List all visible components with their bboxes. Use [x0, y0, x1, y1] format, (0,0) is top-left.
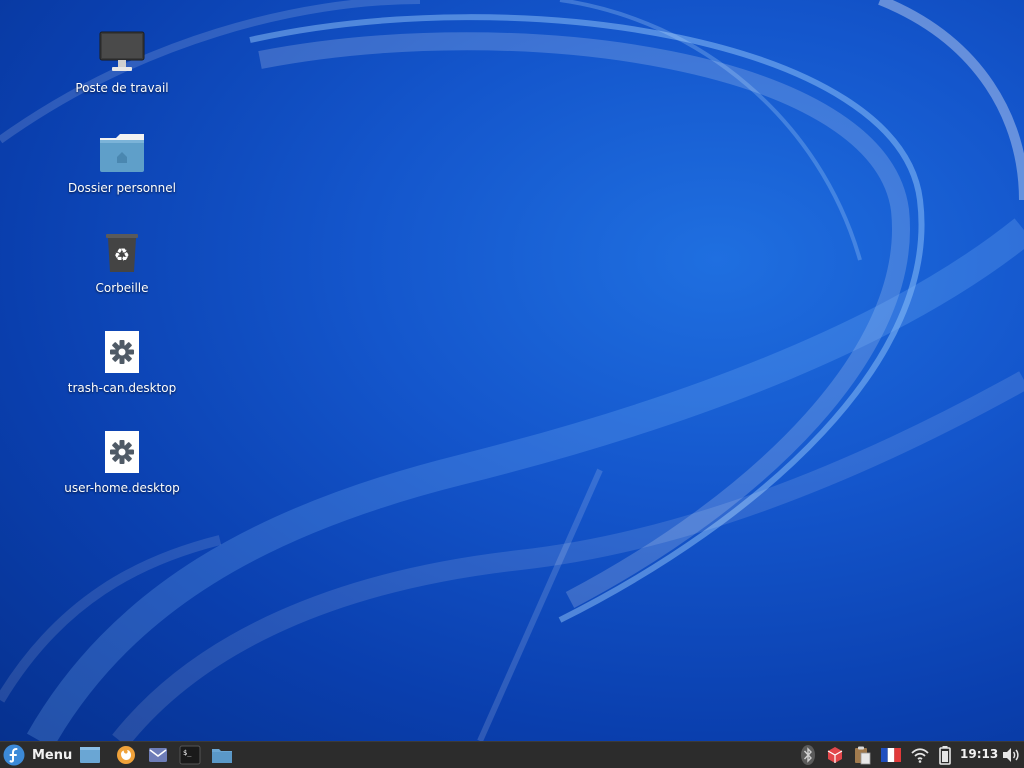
- desktop-icon-home-folder[interactable]: Dossier personnel: [60, 128, 184, 196]
- battery-icon[interactable]: [934, 744, 956, 766]
- desktop-icon-label: Dossier personnel: [67, 181, 176, 195]
- desktop: Poste de travail Dossier personnel ♻ Cor…: [0, 0, 1024, 741]
- desktop-icon-computer[interactable]: Poste de travail: [60, 28, 184, 96]
- bluetooth-icon[interactable]: [797, 744, 819, 766]
- taskbar: Menu $_ 19:13: [0, 741, 1024, 768]
- mail-icon[interactable]: [146, 744, 170, 766]
- svg-text:$_: $_: [183, 749, 192, 757]
- home-folder-icon: [98, 128, 146, 176]
- package-updates-icon[interactable]: [824, 744, 846, 766]
- desktop-icon-trash-can-file[interactable]: trash-can.desktop: [60, 328, 184, 396]
- terminal-icon[interactable]: $_: [178, 744, 202, 766]
- computer-icon: [98, 28, 146, 76]
- clock[interactable]: 19:13: [960, 747, 998, 761]
- menu-button[interactable]: Menu: [3, 743, 72, 767]
- desktop-icon-trash[interactable]: ♻ Corbeille: [60, 228, 184, 296]
- settings-file-icon: [98, 428, 146, 476]
- trash-icon: ♻: [98, 228, 146, 276]
- desktop-icon-label: user-home.desktop: [64, 481, 180, 495]
- show-desktop-icon[interactable]: [78, 744, 102, 766]
- file-manager-icon[interactable]: [210, 744, 234, 766]
- clipboard-icon[interactable]: [851, 744, 873, 766]
- firefox-icon[interactable]: [114, 744, 138, 766]
- desktop-icon-user-home-file[interactable]: user-home.desktop: [60, 428, 184, 496]
- wifi-icon[interactable]: [909, 744, 931, 766]
- settings-file-icon: [98, 328, 146, 376]
- menu-label: Menu: [32, 747, 73, 763]
- desktop-icon-label: trash-can.desktop: [67, 381, 177, 395]
- fedora-logo-icon: [3, 744, 25, 766]
- svg-text:♻: ♻: [114, 245, 130, 266]
- keyboard-layout-fr-icon[interactable]: [880, 744, 902, 766]
- volume-icon[interactable]: [1000, 744, 1022, 766]
- desktop-icon-label: Poste de travail: [75, 81, 169, 95]
- desktop-icon-label: Corbeille: [95, 281, 149, 295]
